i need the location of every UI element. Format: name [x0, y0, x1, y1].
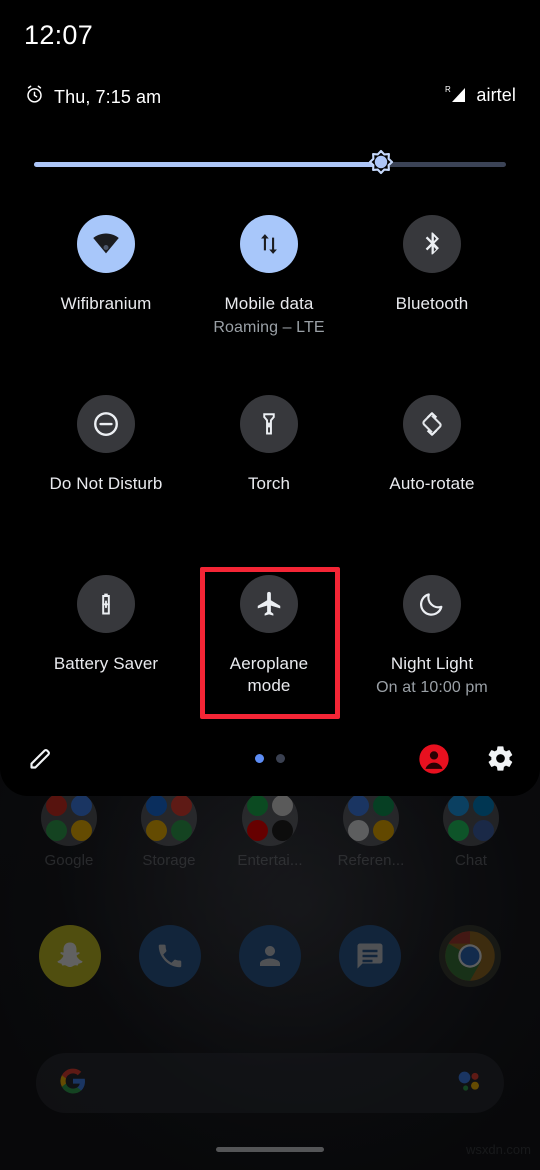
- page-dot-2[interactable]: [276, 754, 285, 763]
- page-dot-1[interactable]: [255, 754, 264, 763]
- signal-group: R airtel: [444, 84, 516, 106]
- svg-text:R: R: [445, 85, 451, 94]
- tile-sublabel: Roaming – LTE: [213, 319, 325, 336]
- tile-label: Aeroplane mode: [229, 654, 309, 695]
- signal-roaming-icon: R: [444, 84, 468, 106]
- alarm-text: Thu, 7:15 am: [54, 86, 162, 107]
- tile-row-2: Do Not Disturb Torch Auto-rotate: [0, 395, 540, 575]
- tile-row-3: Battery Saver Aeroplane mode Night Light: [0, 575, 540, 755]
- tile-auto-rotate[interactable]: Auto-rotate: [344, 395, 520, 497]
- battery-saver-icon: [77, 575, 135, 633]
- alarm-clock-icon: [24, 84, 45, 110]
- tile-bluetooth[interactable]: Bluetooth: [344, 215, 520, 317]
- edit-tiles-button[interactable]: [14, 735, 66, 787]
- tile-label: Auto-rotate: [389, 474, 475, 493]
- tile-sublabel: On at 10:00 pm: [376, 679, 488, 696]
- phone-screen: Google Storage Entertai...: [0, 0, 540, 1170]
- airplane-icon: [240, 575, 298, 633]
- quick-settings-panel: 12:07 Thu, 7:15 am R airtel Wifibranium …: [0, 0, 540, 796]
- user-avatar-icon: [418, 743, 450, 780]
- brightness-sun-icon[interactable]: [364, 145, 398, 179]
- tile-label: Do Not Disturb: [49, 474, 163, 493]
- tile-label: Battery Saver: [53, 654, 159, 673]
- tile-label: Torch: [247, 474, 291, 493]
- tile-night-light[interactable]: Night Light On at 10:00 pm: [344, 575, 520, 698]
- user-switch-button[interactable]: [408, 735, 460, 787]
- pencil-edit-icon: [27, 745, 54, 777]
- moon-icon: [403, 575, 461, 633]
- status-row: Thu, 7:15 am R airtel: [0, 84, 540, 114]
- tile-wifi[interactable]: Wifibranium: [18, 215, 194, 317]
- tile-do-not-disturb[interactable]: Do Not Disturb: [18, 395, 194, 497]
- status-clock: 12:07: [24, 20, 94, 50]
- tile-mobile-data[interactable]: Mobile data Roaming – LTE: [181, 215, 357, 338]
- bluetooth-icon: [403, 215, 461, 273]
- tile-label: Night Light: [390, 654, 474, 673]
- brightness-slider[interactable]: [34, 149, 506, 175]
- tile-battery-saver[interactable]: Battery Saver: [18, 575, 194, 677]
- gear-settings-icon: [486, 744, 515, 778]
- wifi-icon: [77, 215, 135, 273]
- quick-settings-tiles: Wifibranium Mobile data Roaming – LTE Bl…: [0, 215, 540, 755]
- flashlight-icon: [240, 395, 298, 453]
- auto-rotate-icon: [403, 395, 461, 453]
- tile-aeroplane-mode[interactable]: Aeroplane mode: [181, 575, 357, 699]
- tile-row-1: Wifibranium Mobile data Roaming – LTE Bl…: [0, 215, 540, 395]
- tile-label: Mobile data: [224, 294, 314, 313]
- panel-footer: [0, 735, 540, 787]
- carrier-name: airtel: [476, 84, 516, 105]
- tile-label: Wifibranium: [60, 294, 152, 313]
- slider-fill: [34, 162, 376, 167]
- settings-button[interactable]: [474, 735, 526, 787]
- do-not-disturb-icon: [77, 395, 135, 453]
- tile-torch[interactable]: Torch: [181, 395, 357, 497]
- alarm-group: Thu, 7:15 am: [24, 84, 161, 110]
- page-indicator: [255, 754, 285, 763]
- tile-label: Bluetooth: [395, 294, 469, 313]
- mobile-data-icon: [240, 215, 298, 273]
